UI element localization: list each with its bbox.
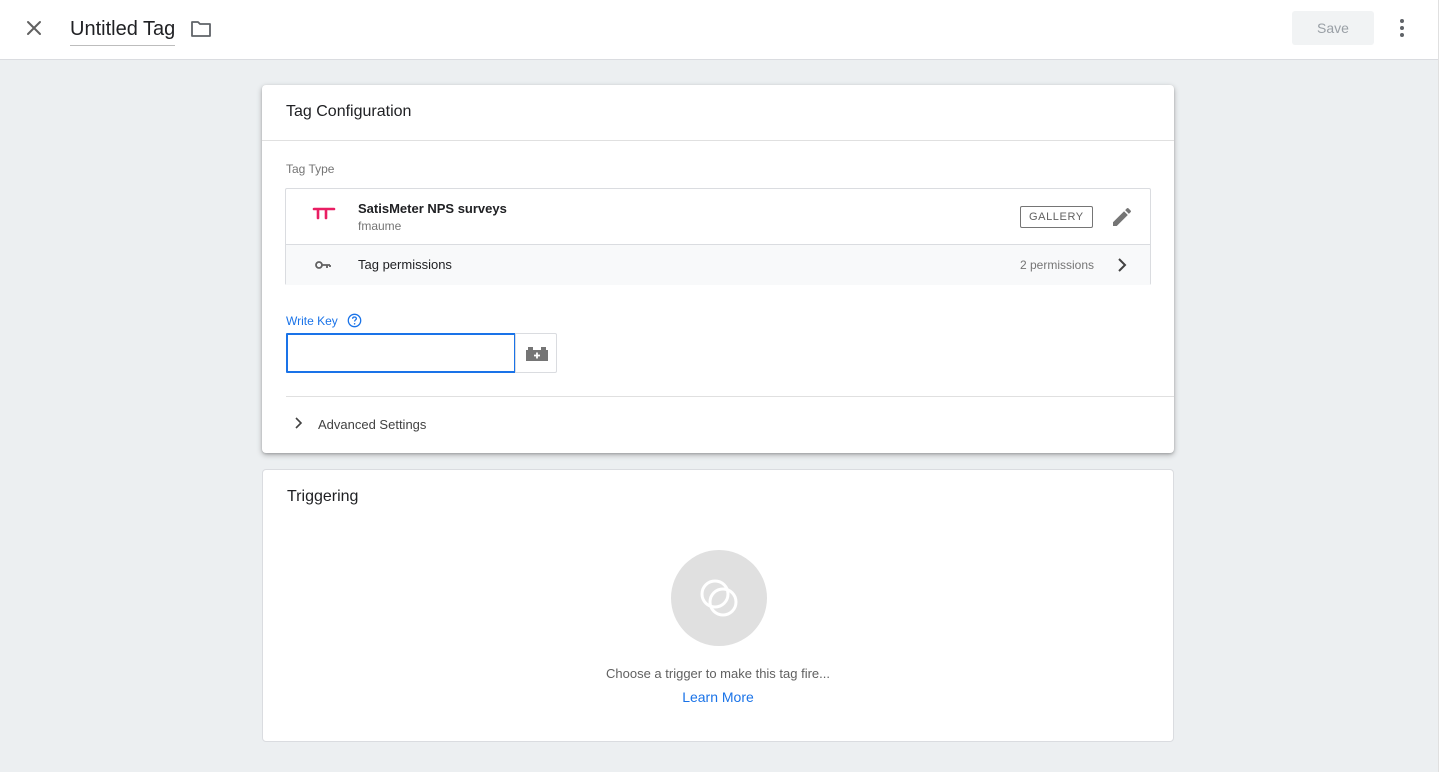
satismeter-logo-icon	[312, 207, 336, 220]
write-key-input[interactable]	[286, 333, 516, 373]
folder-icon	[191, 21, 211, 37]
key-icon	[315, 261, 331, 269]
tag-name-title[interactable]: Untitled Tag	[70, 17, 176, 46]
divider	[286, 396, 1174, 397]
tag-configuration-heading: Tag Configuration	[262, 85, 1174, 141]
gallery-badge: GALLERY	[1020, 206, 1093, 228]
edit-tag-type-button[interactable]	[1110, 205, 1134, 229]
variable-block-icon	[526, 347, 548, 361]
permissions-count: 2 permissions	[1019, 258, 1094, 272]
tag-type-box: SatisMeter NPS surveys fmaume GALLERY Ta…	[285, 188, 1151, 285]
more-options-button[interactable]	[1392, 16, 1412, 40]
tag-permissions-label: Tag permissions	[358, 257, 452, 272]
triggering-heading: Triggering	[287, 488, 359, 505]
triggering-card[interactable]: Triggering Choose a trigger to make this…	[262, 469, 1174, 742]
folder-button[interactable]	[190, 18, 212, 40]
pencil-icon	[1113, 207, 1132, 226]
advanced-settings-label: Advanced Settings	[318, 417, 427, 432]
chevron-right-icon	[295, 417, 303, 429]
close-button[interactable]	[20, 14, 48, 42]
insert-variable-button[interactable]	[515, 333, 557, 373]
help-icon[interactable]	[347, 313, 362, 328]
save-button[interactable]: Save	[1292, 11, 1374, 45]
advanced-settings-toggle[interactable]: Advanced Settings	[286, 409, 586, 437]
more-vert-icon	[1400, 19, 1404, 37]
side-panel-edge	[1438, 0, 1442, 772]
top-bar: Untitled Tag Save	[0, 0, 1438, 60]
tag-type-label: Tag Type	[286, 162, 335, 176]
tag-type-name: SatisMeter NPS surveys	[358, 201, 507, 216]
trigger-icon	[700, 579, 738, 617]
add-trigger-button[interactable]	[671, 550, 767, 646]
tag-type-row[interactable]: SatisMeter NPS surveys fmaume GALLERY	[286, 189, 1150, 244]
tag-type-author: fmaume	[358, 219, 402, 233]
close-icon	[27, 21, 41, 35]
tag-configuration-card: Tag Configuration Tag Type SatisMeter NP…	[262, 85, 1174, 453]
trigger-prompt: Choose a trigger to make this tag fire..…	[606, 666, 830, 681]
tag-permissions-row[interactable]: Tag permissions 2 permissions	[286, 244, 1150, 285]
learn-more-link[interactable]: Learn More	[263, 689, 1173, 705]
chevron-right-icon	[1118, 258, 1127, 272]
write-key-label: Write Key	[286, 314, 338, 328]
